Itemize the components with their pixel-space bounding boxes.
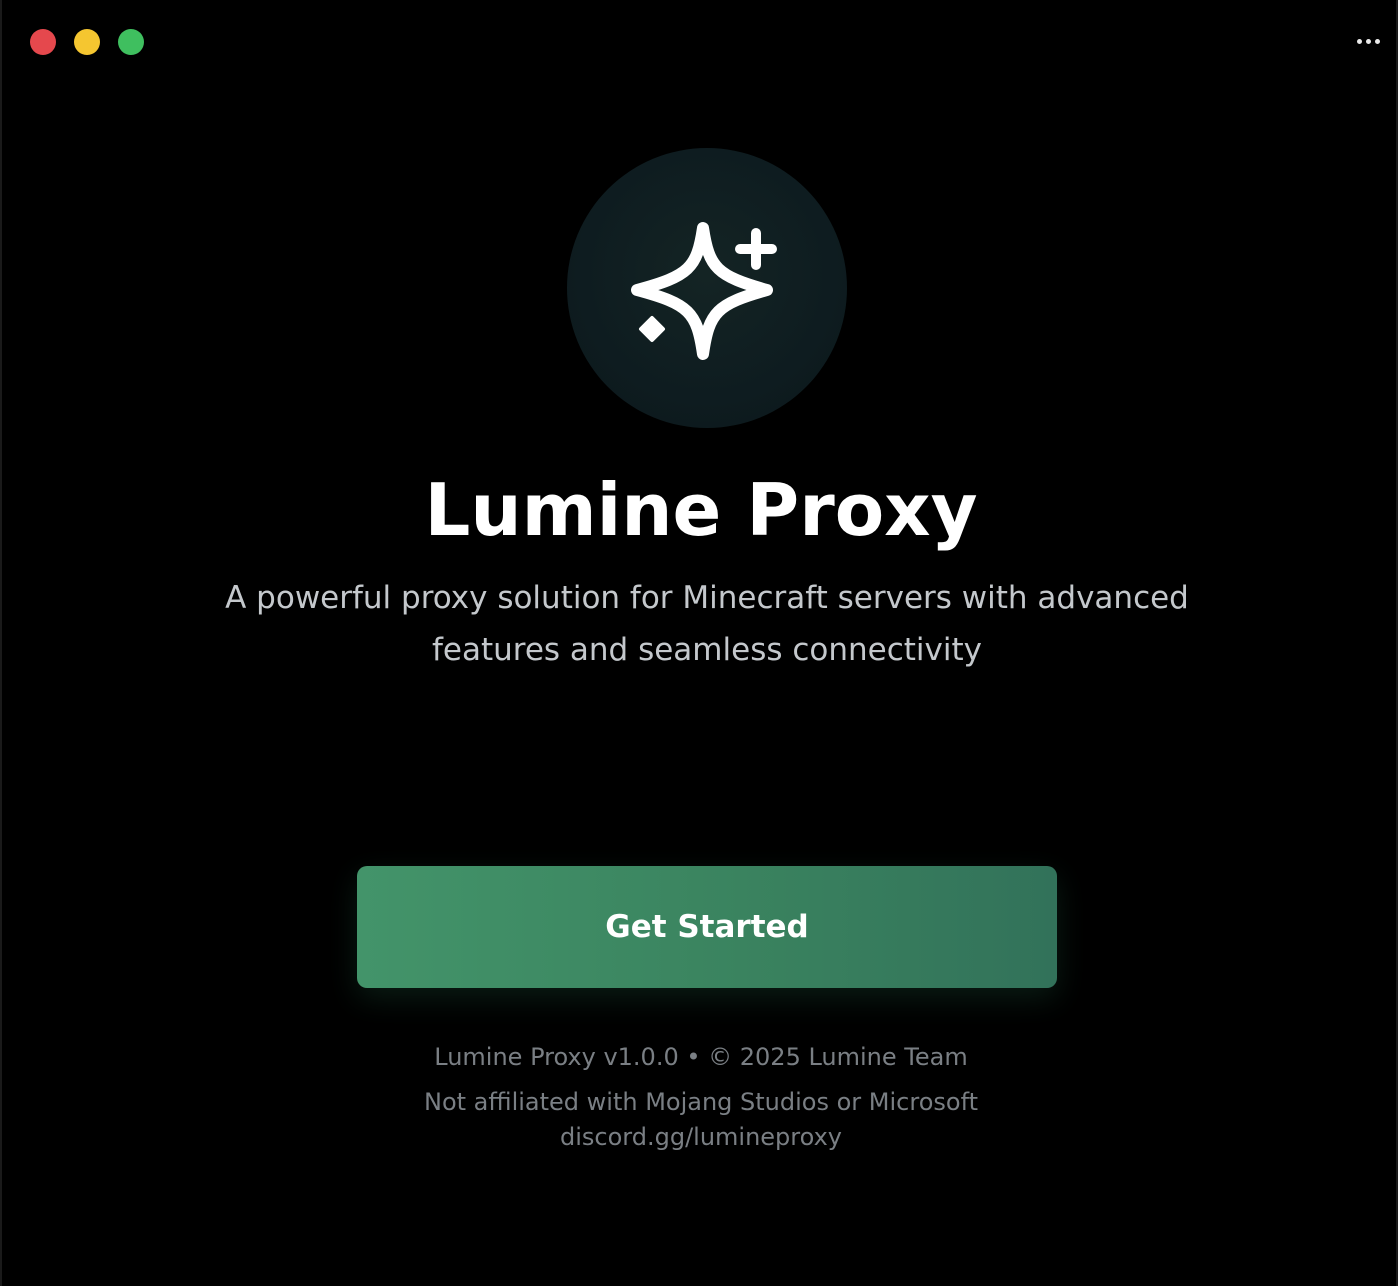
maximize-window-button[interactable] [118, 29, 144, 55]
minimize-window-button[interactable] [74, 29, 100, 55]
more-options-button[interactable] [1350, 26, 1386, 56]
disclaimer-text: Not affiliated with Mojang Studios or Mi… [423, 1088, 979, 1116]
app-logo [567, 148, 847, 428]
close-window-button[interactable] [30, 29, 56, 55]
window-controls [30, 29, 144, 55]
app-title: Lumine Proxy [424, 468, 978, 552]
sparkles-icon [631, 222, 777, 360]
app-window: Lumine Proxy A powerful proxy solution f… [0, 0, 1398, 1286]
discord-link[interactable]: discord.gg/lumineproxy [2, 1123, 1398, 1151]
version-copyright-text: Lumine Proxy v1.0.0 • © 2025 Lumine Team [434, 1043, 968, 1071]
more-dots-icon [1356, 38, 1362, 44]
app-subtitle: A powerful proxy solution for Minecraft … [225, 580, 1189, 668]
get-started-button[interactable]: Get Started [357, 866, 1057, 988]
